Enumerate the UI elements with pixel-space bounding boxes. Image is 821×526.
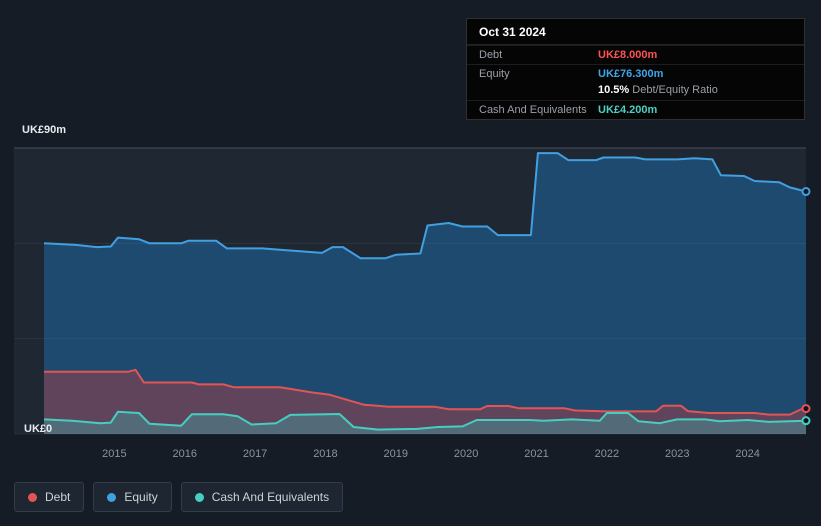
y-axis-bottom-label: UK£0 bbox=[24, 423, 53, 435]
endpoint-marker-equity[interactable] bbox=[801, 187, 811, 197]
x-axis-label-2015: 2015 bbox=[102, 448, 127, 460]
y-axis-top-label: UK£90m bbox=[22, 124, 67, 136]
tooltip-label-equity: Equity bbox=[479, 68, 510, 80]
legend-item-equity[interactable]: Equity bbox=[93, 482, 172, 512]
tooltip-value-debt: UK£8.000m bbox=[598, 49, 658, 61]
debt-equity-history-chart: UK£90m UK£0 2015 2016 2017 2018 2019 2020 2021… bbox=[0, 0, 821, 526]
tooltip-row-equity: Equity UK£76.300m bbox=[467, 64, 804, 83]
x-axis-label-2024: 2024 bbox=[735, 448, 760, 460]
tooltip-label-cash: Cash And Equivalents bbox=[479, 104, 587, 116]
chart-legend: Debt Equity Cash And Equivalents bbox=[14, 482, 344, 512]
legend-item-cash[interactable]: Cash And Equivalents bbox=[180, 482, 344, 512]
legend-item-debt[interactable]: Debt bbox=[14, 482, 85, 512]
x-axis-label-2022: 2022 bbox=[594, 448, 620, 460]
x-axis-label-2017: 2017 bbox=[242, 448, 268, 460]
ratio-caption: Debt/Equity Ratio bbox=[629, 84, 718, 96]
tooltip-row-debt: Debt UK£8.000m bbox=[467, 45, 804, 64]
endpoint-marker-cash-and-equivalents[interactable] bbox=[801, 416, 811, 426]
x-axis-label-2019: 2019 bbox=[383, 448, 409, 460]
legend-label-equity: Equity bbox=[124, 490, 158, 504]
x-axis-label-2021: 2021 bbox=[524, 448, 549, 460]
tooltip-date: Oct 31 2024 bbox=[467, 19, 804, 45]
debt-series-dot-icon bbox=[28, 492, 37, 502]
legend-label-cash: Cash And Equivalents bbox=[211, 490, 330, 504]
equity-series-dot-icon bbox=[107, 492, 117, 502]
tooltip-row-cash: Cash And Equivalents UK£4.200m bbox=[467, 100, 804, 119]
tooltip-debt-equity-ratio: 10.5% Debt/Equity Ratio bbox=[467, 83, 804, 100]
legend-label-debt: Debt bbox=[45, 490, 71, 504]
cash-series-dot-icon bbox=[194, 492, 204, 502]
tooltip-value-equity: UK£76.300m bbox=[598, 68, 664, 80]
chart-tooltip: Oct 31 2024 Debt UK£8.000m Equity UK£76.… bbox=[466, 18, 805, 120]
x-axis-label-2023: 2023 bbox=[664, 448, 690, 460]
ratio-value: 10.5% bbox=[598, 84, 630, 96]
x-axis-label-2020: 2020 bbox=[453, 448, 479, 460]
x-axis-label-2016: 2016 bbox=[172, 448, 197, 460]
tooltip-label-debt: Debt bbox=[479, 49, 503, 61]
x-axis-label-2018: 2018 bbox=[313, 448, 338, 460]
tooltip-value-cash: UK£4.200m bbox=[598, 104, 658, 116]
endpoint-marker-debt[interactable] bbox=[801, 404, 811, 414]
